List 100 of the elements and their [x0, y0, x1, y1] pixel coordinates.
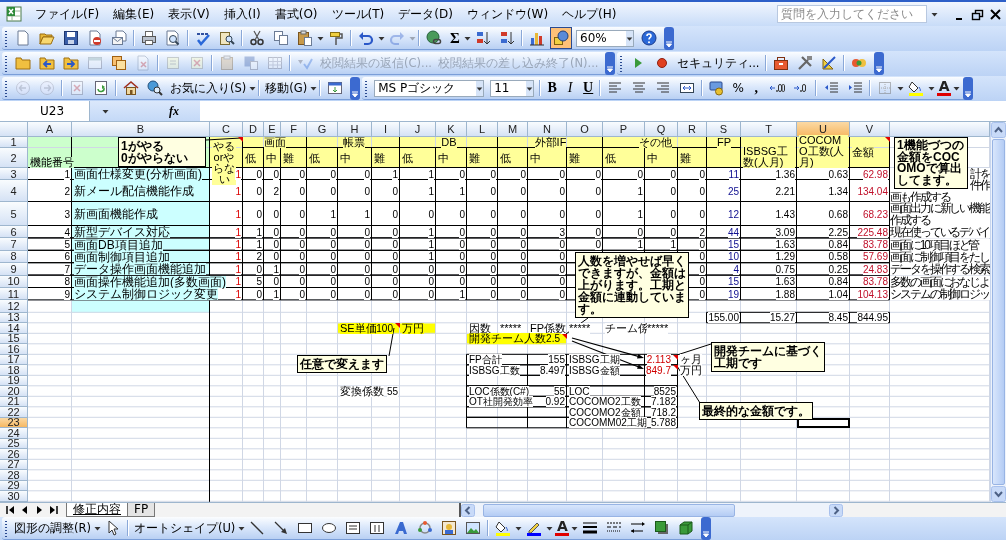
- column-header[interactable]: J: [400, 122, 436, 137]
- row-header[interactable]: 6: [0, 226, 28, 239]
- row-header[interactable]: 14: [0, 323, 28, 334]
- scroll-up-icon[interactable]: [991, 122, 1006, 138]
- insert-function-button[interactable]: fx: [169, 103, 179, 119]
- restore-icon[interactable]: [971, 7, 984, 21]
- toolbar-options-icon[interactable]: [963, 76, 974, 100]
- column-header[interactable]: H: [338, 122, 372, 137]
- row-header[interactable]: 28: [0, 470, 28, 481]
- menu-item[interactable]: 挿入(I): [216, 5, 268, 23]
- column-header[interactable]: T: [741, 122, 797, 137]
- column-header[interactable]: K: [436, 122, 467, 137]
- column-header[interactable]: I: [372, 122, 400, 137]
- scroll-left-icon[interactable]: [461, 503, 476, 517]
- row-header[interactable]: 5: [0, 202, 28, 226]
- row-header[interactable]: 9: [0, 263, 28, 276]
- sheet-tab[interactable]: FP: [127, 503, 156, 517]
- column-header[interactable]: V: [850, 122, 890, 137]
- menu-item[interactable]: ウィンドウ(W): [459, 5, 556, 23]
- scroll-down-icon[interactable]: [991, 486, 1006, 502]
- toolbar-grip[interactable]: [365, 79, 369, 97]
- active-cell[interactable]: [797, 417, 850, 429]
- scroll-right-icon[interactable]: [829, 503, 844, 517]
- security-button[interactable]: セキュリティ...: [673, 55, 763, 71]
- last-sheet-icon[interactable]: [48, 504, 58, 516]
- column-header[interactable]: S: [707, 122, 741, 137]
- column-header[interactable]: C: [210, 122, 243, 137]
- menu-item[interactable]: ヘルプ(H): [555, 5, 624, 23]
- column-header[interactable]: F: [281, 122, 307, 137]
- toolbar-options-icon[interactable]: [701, 516, 712, 540]
- favorites-menu[interactable]: お気に入り(S): [167, 80, 250, 96]
- row-header[interactable]: 12: [0, 300, 28, 313]
- column-header[interactable]: O: [567, 122, 603, 137]
- scroll-thumb[interactable]: [483, 503, 736, 517]
- row-header[interactable]: 16: [0, 344, 28, 355]
- help-search-field[interactable]: 質問を入力してください: [777, 5, 927, 23]
- column-header[interactable]: D: [243, 122, 264, 137]
- column-header[interactable]: P: [603, 122, 645, 137]
- caret-icon[interactable]: [526, 80, 534, 96]
- italic-button[interactable]: I: [563, 80, 578, 96]
- row-header[interactable]: 18: [0, 365, 28, 376]
- menu-item[interactable]: 編集(E): [106, 5, 162, 23]
- row-header[interactable]: 4: [0, 180, 28, 202]
- column-header[interactable]: N: [528, 122, 567, 137]
- column-header[interactable]: R: [678, 122, 707, 137]
- column-header[interactable]: M: [498, 122, 528, 137]
- column-header[interactable]: L: [467, 122, 498, 137]
- menu-item[interactable]: ファイル(F): [28, 5, 107, 23]
- app-icon[interactable]: [6, 6, 22, 22]
- menu-item[interactable]: 書式(O): [267, 5, 325, 23]
- row-header[interactable]: 26: [0, 449, 28, 460]
- row-header[interactable]: 2: [0, 148, 28, 168]
- toolbar-grip[interactable]: [5, 519, 8, 537]
- drawing-icon[interactable]: [550, 27, 572, 49]
- font-size-box[interactable]: 11: [490, 79, 535, 97]
- toolbar-grip[interactable]: [5, 29, 8, 47]
- autosum-button[interactable]: Σ: [448, 30, 462, 46]
- zoom-box[interactable]: 60%: [576, 29, 634, 47]
- toolbar-grip[interactable]: [5, 79, 8, 97]
- autoshapes-menu[interactable]: オートシェイプ(U): [130, 520, 239, 536]
- horizontal-scrollbar[interactable]: [459, 503, 844, 517]
- caret-icon[interactable]: [626, 30, 633, 46]
- column-header[interactable]: U: [797, 122, 850, 137]
- percent-style-button[interactable]: %: [731, 80, 746, 96]
- menu-item[interactable]: ツール(T): [324, 5, 392, 23]
- first-sheet-icon[interactable]: [6, 504, 16, 516]
- bold-button[interactable]: B: [545, 80, 560, 96]
- close-icon[interactable]: [989, 7, 1002, 21]
- comment-indicator-icon[interactable]: [562, 333, 567, 339]
- vertical-scrollbar[interactable]: [990, 122, 1006, 502]
- comment-indicator-icon[interactable]: [238, 137, 243, 142]
- row-header[interactable]: 3: [0, 168, 28, 180]
- toolbar-options-icon[interactable]: [604, 51, 615, 75]
- scroll-thumb[interactable]: [992, 139, 1005, 485]
- comma-style-button[interactable]: ,: [749, 80, 764, 96]
- go-menu[interactable]: 移動(G): [262, 80, 311, 96]
- menu-item[interactable]: 表示(V): [161, 5, 217, 23]
- row-header[interactable]: 20: [0, 386, 28, 397]
- draw-menu[interactable]: 図形の調整(R): [11, 520, 94, 536]
- toolbar-grip[interactable]: [5, 54, 8, 72]
- underline-button[interactable]: U: [581, 80, 596, 96]
- help-icon[interactable]: [638, 27, 660, 49]
- toolbar-options-icon[interactable]: [350, 76, 361, 100]
- column-header[interactable]: B: [72, 122, 210, 137]
- font-name-box[interactable]: MS Pゴシック: [374, 79, 485, 97]
- row-header[interactable]: 30: [0, 491, 28, 502]
- font-color-button[interactable]: A: [937, 80, 952, 96]
- row-header[interactable]: 24: [0, 428, 28, 439]
- toolbar-options-icon[interactable]: [664, 26, 674, 50]
- toolbar-grip[interactable]: [619, 54, 623, 72]
- next-sheet-icon[interactable]: [34, 504, 44, 516]
- caret-icon[interactable]: [476, 80, 484, 96]
- previous-sheet-icon[interactable]: [20, 504, 30, 516]
- font-color-button[interactable]: A: [555, 520, 570, 536]
- row-header[interactable]: 22: [0, 407, 28, 418]
- column-header[interactable]: E: [264, 122, 281, 137]
- column-header[interactable]: G: [307, 122, 338, 137]
- sheet-tab[interactable]: 修正内容: [66, 503, 128, 517]
- column-header[interactable]: Q: [645, 122, 678, 137]
- toolbar-options-icon[interactable]: [873, 51, 884, 75]
